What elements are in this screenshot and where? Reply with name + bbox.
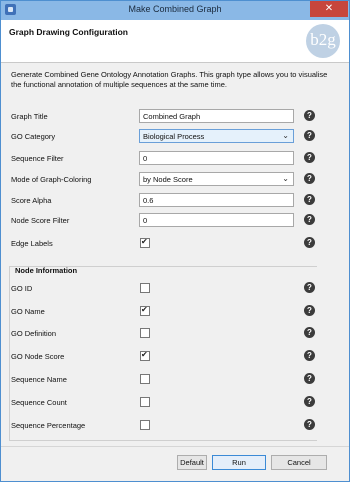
node-info-row-sequence-count: Sequence Count ? (11, 395, 331, 410)
description-text: Generate Combined Gene Ontology Annotati… (11, 70, 328, 89)
graph-title-row: Graph Title Combined Graph ? (11, 109, 331, 124)
help-icon[interactable]: ? (304, 350, 315, 361)
node-info-row-go-id: GO ID ? (11, 281, 331, 296)
dialog-window: Make Combined Graph ✕ Graph Drawing Conf… (0, 0, 350, 482)
node-score-filter-label: Node Score Filter (11, 216, 70, 225)
help-icon[interactable]: ? (304, 396, 315, 407)
chevron-down-icon: ⌄ (282, 174, 289, 183)
chevron-down-icon: ⌄ (282, 131, 289, 140)
score-alpha-input[interactable]: 0.6 (139, 193, 294, 207)
help-icon[interactable]: ? (304, 282, 315, 293)
edge-labels-label: Edge Labels (11, 239, 53, 248)
help-icon[interactable]: ? (304, 327, 315, 338)
node-score-filter-input[interactable]: 0 (139, 213, 294, 227)
window-title: Make Combined Graph (128, 4, 222, 14)
node-info-row-go-name: GO Name ? (11, 304, 331, 319)
node-score-filter-row: Node Score Filter 0 ? (11, 213, 331, 228)
graph-coloring-label: Mode of Graph-Coloring (11, 175, 92, 184)
help-icon[interactable]: ? (304, 173, 315, 184)
node-info-label: Sequence Percentage (11, 421, 86, 430)
node-information-title: Node Information (15, 266, 78, 275)
node-info-label: GO Name (11, 307, 45, 316)
help-icon[interactable]: ? (304, 194, 315, 205)
cancel-button[interactable]: Cancel (271, 455, 327, 470)
help-icon[interactable]: ? (304, 110, 315, 121)
help-icon[interactable]: ? (304, 214, 315, 225)
graph-title-label: Graph Title (11, 112, 48, 121)
score-alpha-row: Score Alpha 0.6 ? (11, 193, 331, 208)
node-info-label: GO Definition (11, 329, 57, 338)
default-button[interactable]: Default (177, 455, 207, 470)
help-icon[interactable]: ? (304, 305, 315, 316)
node-info-row-go-definition: GO Definition ? (11, 326, 331, 341)
node-info-row-sequence-name: Sequence Name ? (11, 372, 331, 387)
close-icon[interactable]: ✕ (310, 1, 348, 17)
node-info-label: GO Node Score (11, 352, 65, 361)
node-info-label: Sequence Name (11, 375, 67, 384)
sequence-count-checkbox[interactable] (140, 397, 150, 407)
go-category-label: GO Category (11, 132, 56, 141)
go-category-select[interactable]: Biological Process ⌄ (139, 129, 294, 143)
sequence-filter-row: Sequence Filter 0 ? (11, 151, 331, 166)
node-info-row-sequence-percentage: Sequence Percentage ? (11, 418, 331, 433)
node-info-row-go-node-score: GO Node Score ? (11, 349, 331, 364)
sequence-name-checkbox[interactable] (140, 374, 150, 384)
score-alpha-label: Score Alpha (11, 196, 52, 205)
blast2go-logo: b2g (306, 24, 340, 58)
graph-coloring-row: Mode of Graph-Coloring by Node Score ⌄ ? (11, 172, 331, 187)
run-button[interactable]: Run (212, 455, 266, 470)
title-bar[interactable]: Make Combined Graph ✕ (1, 1, 349, 21)
button-bar-divider (1, 446, 349, 447)
go-category-row: GO Category Biological Process ⌄ ? (11, 129, 331, 144)
sequence-filter-label: Sequence Filter (11, 154, 64, 163)
help-icon[interactable]: ? (304, 152, 315, 163)
graph-coloring-select[interactable]: by Node Score ⌄ (139, 172, 294, 186)
dialog-header: Graph Drawing Configuration b2g (1, 20, 349, 63)
help-icon[interactable]: ? (304, 130, 315, 141)
go-definition-checkbox[interactable] (140, 328, 150, 338)
sequence-percentage-checkbox[interactable] (140, 420, 150, 430)
graph-coloring-value: by Node Score (143, 175, 193, 184)
sequence-filter-input[interactable]: 0 (139, 151, 294, 165)
help-icon[interactable]: ? (304, 373, 315, 384)
help-icon[interactable]: ? (304, 237, 315, 248)
node-info-label: GO ID (11, 284, 33, 293)
go-name-checkbox[interactable] (140, 305, 150, 316)
header-title: Graph Drawing Configuration (9, 27, 128, 37)
node-info-label: Sequence Count (11, 398, 67, 407)
go-category-value: Biological Process (143, 132, 205, 141)
graph-title-input[interactable]: Combined Graph (139, 109, 294, 123)
edge-labels-row: Edge Labels ? (11, 236, 331, 251)
edge-labels-checkbox[interactable] (140, 237, 150, 248)
go-node-score-checkbox[interactable] (140, 350, 150, 361)
help-icon[interactable]: ? (304, 419, 315, 430)
go-id-checkbox[interactable] (140, 283, 150, 293)
